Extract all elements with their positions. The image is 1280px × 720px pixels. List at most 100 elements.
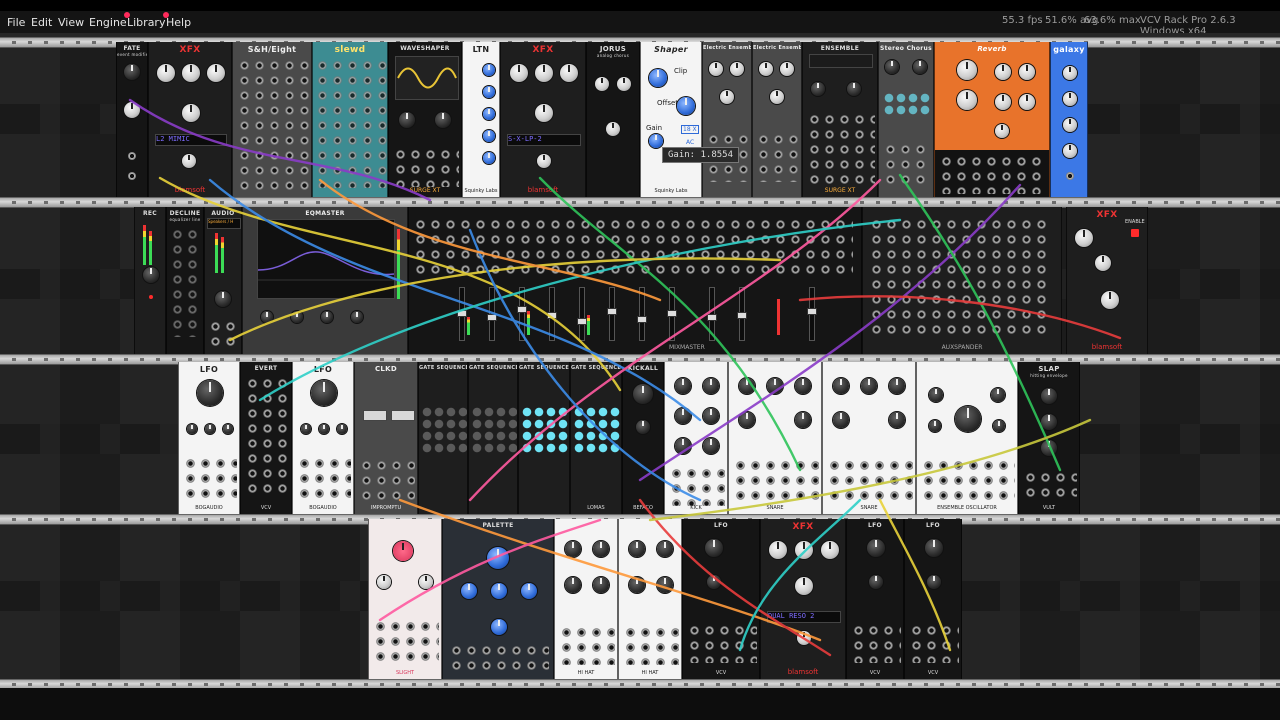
- galaxy-knob[interactable]: [1063, 144, 1077, 158]
- jack-grid[interactable]: [237, 58, 311, 190]
- slap-knob[interactable]: [1041, 440, 1057, 456]
- lfo-knob[interactable]: [223, 424, 233, 434]
- kick-knob[interactable]: [703, 408, 719, 424]
- module-snare-1[interactable]: SNARE: [728, 362, 822, 514]
- level-knob[interactable]: [215, 291, 231, 307]
- module-blight[interactable]: SLIGHT: [368, 519, 442, 679]
- module-snare-2[interactable]: SNARE: [822, 362, 916, 514]
- module-decline[interactable]: DECLINE equalizer line: [166, 207, 204, 354]
- jack-grid[interactable]: [208, 319, 240, 351]
- decay-knob[interactable]: [636, 420, 650, 434]
- module-audio[interactable]: AUDIO Speakers / H: [204, 207, 242, 354]
- hihat-knob[interactable]: [657, 577, 673, 593]
- module-hi-hat-1[interactable]: HI HAT: [554, 519, 618, 679]
- module-kickall[interactable]: KICKALL BEFACO: [622, 362, 664, 514]
- blight-knob[interactable]: [393, 541, 413, 561]
- offset-knob[interactable]: [677, 97, 695, 115]
- step-button-grid[interactable]: [471, 406, 517, 454]
- module-hi-hat-2[interactable]: HI HAT: [618, 519, 682, 679]
- module-sh-eight[interactable]: S&H/Eight: [232, 42, 312, 197]
- jack-grid[interactable]: [183, 456, 237, 502]
- menu-edit[interactable]: Edit: [31, 15, 52, 30]
- jack-grid[interactable]: [883, 142, 931, 186]
- jack-grid[interactable]: [413, 217, 853, 279]
- eq-knob[interactable]: [351, 311, 363, 323]
- module-fate[interactable]: FATE event modifier: [116, 42, 148, 197]
- palette-knob[interactable]: [491, 619, 507, 635]
- decay-knob[interactable]: [767, 378, 783, 394]
- jack-grid[interactable]: [449, 643, 549, 673]
- audio-device-display[interactable]: Speakers / H: [207, 218, 241, 229]
- palette-knob[interactable]: [461, 583, 477, 599]
- ltn-knob[interactable]: [483, 130, 495, 142]
- module-xfx-1[interactable]: XFX L2 MIMIC blamsoft: [148, 42, 232, 197]
- depth-knob[interactable]: [780, 62, 794, 76]
- lfo-knob[interactable]: [319, 424, 329, 434]
- eq-knob[interactable]: [291, 311, 303, 323]
- snare-knob[interactable]: [795, 412, 811, 428]
- jack-grid[interactable]: [373, 619, 439, 663]
- channel-fader[interactable]: [637, 287, 647, 341]
- drive-knob[interactable]: [157, 64, 175, 82]
- rate-knob[interactable]: [709, 62, 723, 76]
- ensemble-knob[interactable]: [811, 82, 825, 96]
- pulse-width-knob[interactable]: [869, 575, 883, 589]
- mode-knob[interactable]: [535, 104, 553, 122]
- module-jorus[interactable]: JORUS analog chorus: [586, 42, 640, 197]
- fate-knob[interactable]: [124, 102, 140, 118]
- menu-library[interactable]: Library: [124, 12, 165, 30]
- jack-grid[interactable]: [733, 458, 819, 504]
- fate-knob[interactable]: [124, 64, 140, 80]
- jack-grid[interactable]: [559, 625, 615, 665]
- spread-knob[interactable]: [720, 90, 734, 104]
- group-fader[interactable]: [707, 287, 717, 341]
- menu-help[interactable]: Help: [163, 12, 191, 30]
- module-xfx-3[interactable]: XFX ENABLE blamsoft: [1066, 207, 1148, 354]
- damp-knob[interactable]: [1019, 64, 1035, 80]
- res-knob[interactable]: [821, 541, 839, 559]
- pitch-knob[interactable]: [675, 378, 691, 394]
- kick-knob[interactable]: [675, 408, 691, 424]
- jack[interactable]: [1066, 172, 1074, 180]
- step-button-grid[interactable]: [421, 406, 467, 454]
- ac-button[interactable]: AC: [686, 139, 694, 146]
- lfo-knob[interactable]: [187, 424, 197, 434]
- depth-knob[interactable]: [730, 62, 744, 76]
- module-eqmaster[interactable]: EQMASTER: [242, 207, 408, 354]
- channel-fader[interactable]: [547, 287, 557, 341]
- module-mixmaster[interactable]: MIXMASTER: [408, 207, 862, 354]
- step-button-grid[interactable]: [521, 406, 569, 454]
- pitch-knob[interactable]: [833, 378, 849, 394]
- freq-knob[interactable]: [795, 541, 813, 559]
- drive-knob[interactable]: [435, 112, 451, 128]
- ltn-knob[interactable]: [483, 86, 495, 98]
- time-knob[interactable]: [995, 64, 1011, 80]
- module-electric-ensemble-1[interactable]: Electric Ensemble: [702, 42, 752, 197]
- ltn-knob[interactable]: [483, 108, 495, 120]
- channel-fader[interactable]: [607, 287, 617, 341]
- tune-knob[interactable]: [633, 384, 653, 404]
- hihat-knob[interactable]: [593, 577, 609, 593]
- rate-knob[interactable]: [885, 60, 899, 74]
- eq-knob[interactable]: [321, 311, 333, 323]
- res-knob[interactable]: [560, 64, 578, 82]
- jack-grid[interactable]: [921, 458, 1015, 502]
- osc-knob[interactable]: [993, 420, 1005, 432]
- module-reverb[interactable]: Reverb: [934, 42, 1050, 197]
- xover-knob[interactable]: [1095, 255, 1111, 271]
- bandwidth-knob[interactable]: [995, 94, 1011, 110]
- kick-knob[interactable]: [703, 438, 719, 454]
- module-lfo-3[interactable]: LFO VCV: [682, 519, 760, 679]
- menu-file[interactable]: File: [7, 15, 25, 30]
- ensemble-knob[interactable]: [847, 82, 861, 96]
- module-shaper[interactable]: Shaper Clip Offset Gain 18 X AC Squinky …: [640, 42, 702, 197]
- palette-knob[interactable]: [487, 547, 509, 569]
- jack-grid[interactable]: [756, 132, 800, 182]
- module-lfo-5[interactable]: LFO VCV: [904, 519, 962, 679]
- mix-knob[interactable]: [182, 154, 196, 168]
- jack-grid[interactable]: [939, 154, 1047, 194]
- res-knob[interactable]: [207, 64, 225, 82]
- osc-knob[interactable]: [929, 388, 943, 402]
- snare-knob[interactable]: [833, 412, 849, 428]
- module-gate-sequencer-4[interactable]: GATE SEQUENCER LOMAS: [570, 362, 622, 514]
